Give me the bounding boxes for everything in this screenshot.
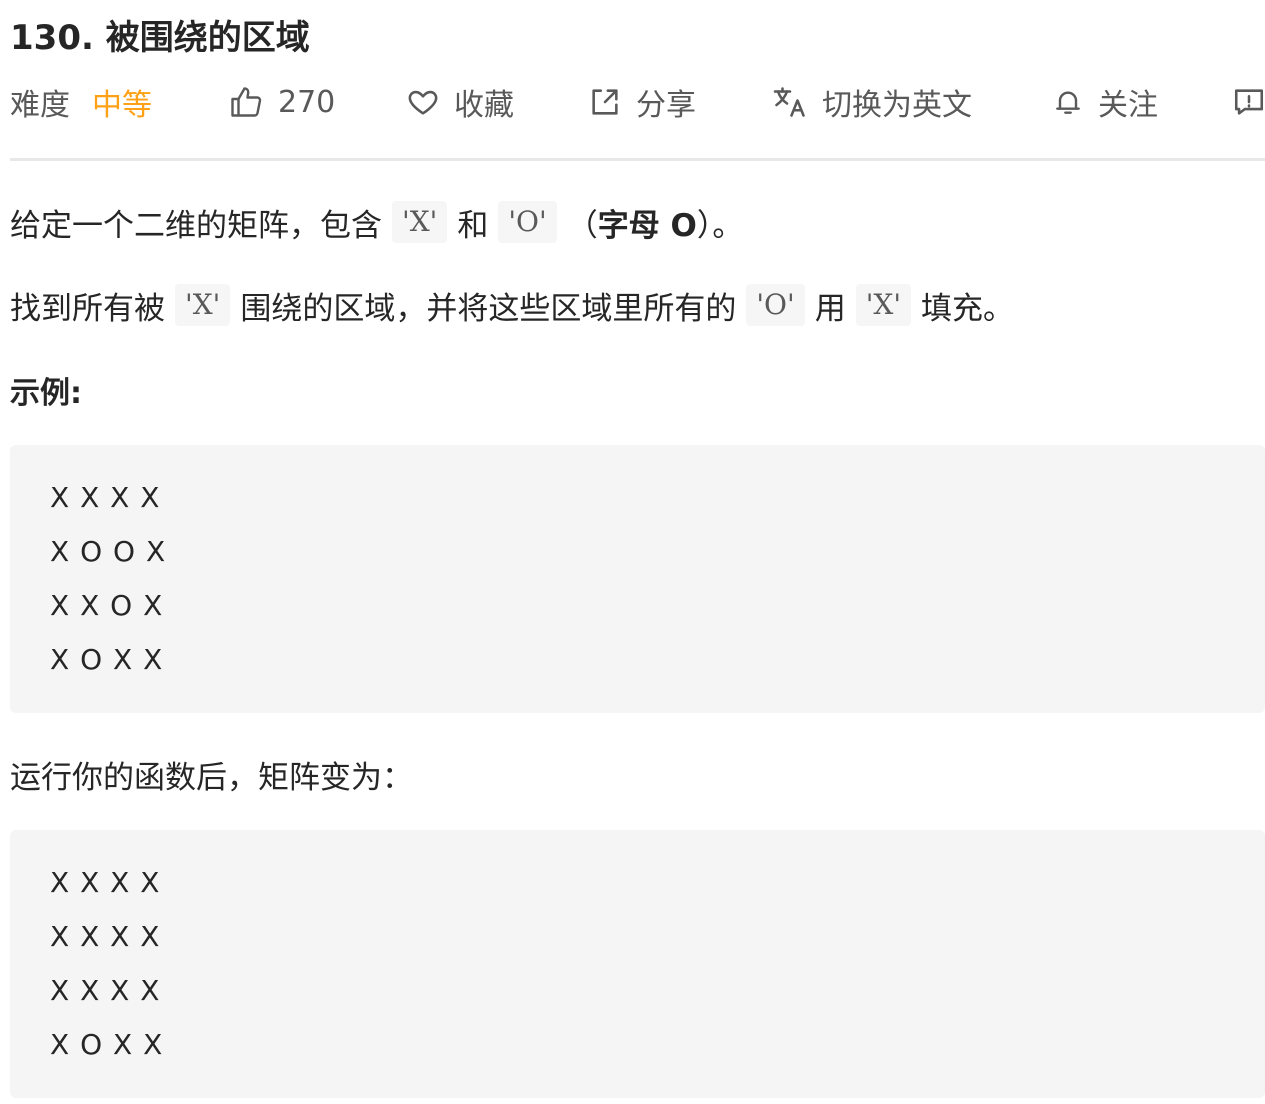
p2-text: 围绕的区域，并将这些区域里所有的 [240,290,737,327]
code-line: X O O X [50,535,167,568]
translate-button[interactable]: 切换为英文 [772,80,972,124]
inline-code: 'X' [175,284,231,326]
share-icon [588,85,622,119]
favorite-button[interactable]: 收藏 [406,80,514,124]
difficulty-label: 难度 [10,88,70,123]
feedback-icon [1232,85,1265,119]
feedback-button[interactable] [1232,80,1265,124]
inline-code: 'O' [746,284,805,326]
share-button[interactable]: 分享 [588,80,696,124]
p1-text: 和 [457,207,489,244]
description-paragraph-1: 给定一个二维的矩阵，包含 'X' 和 'O' （ 字母 O ）。 [10,198,743,246]
bell-icon [1052,86,1084,118]
difficulty-value: 中等 [92,88,152,123]
thumbs-up-icon [228,84,264,120]
inline-code: 'X' [392,201,448,243]
inline-code: 'O' [498,201,557,243]
divider [10,158,1265,161]
code-line: X X O X [50,589,164,622]
code-line: X O X X [50,1028,164,1061]
like-count: 270 [278,84,336,120]
code-line: X X X X [50,920,161,953]
inline-code: 'X' [855,284,912,326]
p1-text: （ [566,207,598,244]
example-before-block: X X X X X O O X X X O X X O X X [10,445,1265,713]
p2-text: 填充。 [921,290,1015,327]
translate-label: 切换为英文 [822,88,972,123]
follow-button[interactable]: 关注 [1052,80,1158,124]
share-label: 分享 [636,88,696,123]
code-line: X X X X [50,481,161,514]
after-text: 运行你的函数后，矩阵变为： [10,750,413,798]
difficulty: 难度 中等 [10,80,152,124]
code-line: X O X X [50,643,164,676]
code-line: X X X X [50,866,161,899]
like-button[interactable]: 270 [228,80,335,124]
problem-toolbar: 难度 中等 270 收藏 分享 切换为英文 关注 [10,80,1265,124]
p2-text: 用 [814,290,846,327]
problem-title: 130. 被围绕的区域 [10,18,310,58]
p2-text: 找到所有被 [10,290,165,327]
p1-text: 给定一个二维的矩阵，包含 [10,207,382,244]
code-line: X X X X [50,974,161,1007]
translate-icon [772,84,808,120]
after-text-content: 运行你的函数后，矩阵变为： [10,759,413,796]
bold-text: 字母 O [597,207,697,244]
example-after-block: X X X X X X X X X X X X X O X X [10,830,1265,1098]
favorite-label: 收藏 [454,88,514,123]
p1-text: ）。 [696,207,744,244]
heart-icon [406,85,440,119]
follow-label: 关注 [1098,88,1158,123]
description-paragraph-2: 找到所有被 'X' 围绕的区域，并将这些区域里所有的 'O' 用 'X' 填充。 [10,281,1014,329]
example-heading: 示例: [10,376,82,411]
